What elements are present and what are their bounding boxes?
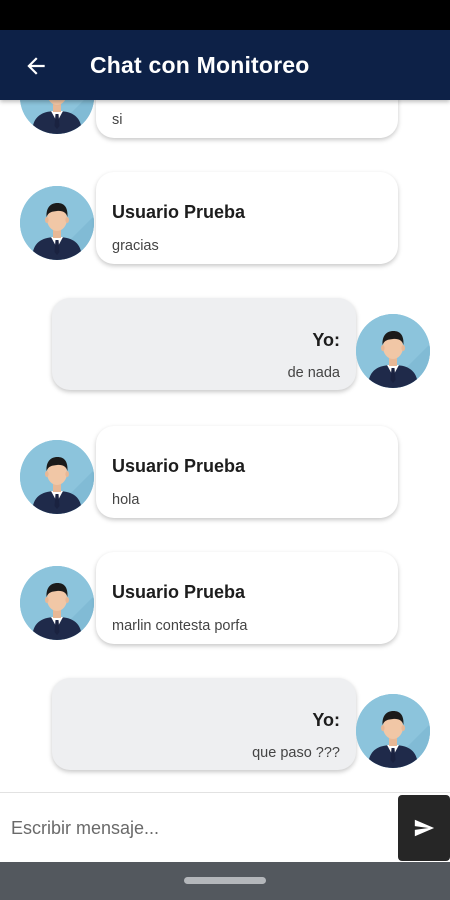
send-icon xyxy=(414,819,435,837)
message-composer xyxy=(0,792,450,863)
message-bubble: Usuario Prueba hola xyxy=(96,426,398,518)
arrow-left-icon xyxy=(27,57,45,75)
message-text: si xyxy=(112,112,123,128)
page-title: Chat con Monitoreo xyxy=(90,52,310,78)
message-sender: Yo: xyxy=(312,330,340,350)
message-bubble: Usuario Prueba marlin contesta porfa xyxy=(96,552,398,644)
message-bubble: si xyxy=(96,100,398,138)
app-bar: Chat con Monitoreo xyxy=(0,30,450,100)
message-item: Usuario Prueba marlin contesta porfa xyxy=(0,552,450,644)
message-item: Usuario Prueba gracias xyxy=(0,172,450,264)
send-button[interactable] xyxy=(398,795,450,861)
avatar xyxy=(20,440,94,514)
avatar xyxy=(20,566,94,640)
message-item: Usuario Prueba hola xyxy=(0,426,450,518)
avatar xyxy=(356,694,430,768)
message-bubble: Yo: que paso ??? xyxy=(52,678,356,770)
message-text: marlin contesta porfa xyxy=(112,618,248,634)
avatar xyxy=(20,186,94,260)
back-button[interactable] xyxy=(22,52,50,80)
message-sender: Usuario Prueba xyxy=(112,202,246,222)
message-item: Yo: de nada xyxy=(0,298,450,390)
message-item: Yo: que paso ??? xyxy=(0,678,450,770)
message-bubble: Usuario Prueba gracias xyxy=(96,172,398,264)
message-list[interactable]: si Usuario Prueba gracias Yo: de nada Us… xyxy=(0,100,450,792)
status-bar xyxy=(0,0,450,30)
message-text: que paso ??? xyxy=(252,745,340,761)
message-sender: Usuario Prueba xyxy=(112,582,246,602)
message-sender: Yo: xyxy=(312,710,340,730)
message-text: hola xyxy=(112,492,140,508)
avatar xyxy=(20,100,94,134)
message-text: gracias xyxy=(112,238,159,254)
system-nav-bar xyxy=(0,862,450,900)
message-input[interactable] xyxy=(0,793,396,863)
home-gesture-handle[interactable] xyxy=(184,877,266,884)
message-bubble: Yo: de nada xyxy=(52,298,356,390)
message-text: de nada xyxy=(287,365,340,381)
message-item: si xyxy=(0,100,450,138)
avatar xyxy=(356,314,430,388)
message-sender: Usuario Prueba xyxy=(112,456,246,476)
